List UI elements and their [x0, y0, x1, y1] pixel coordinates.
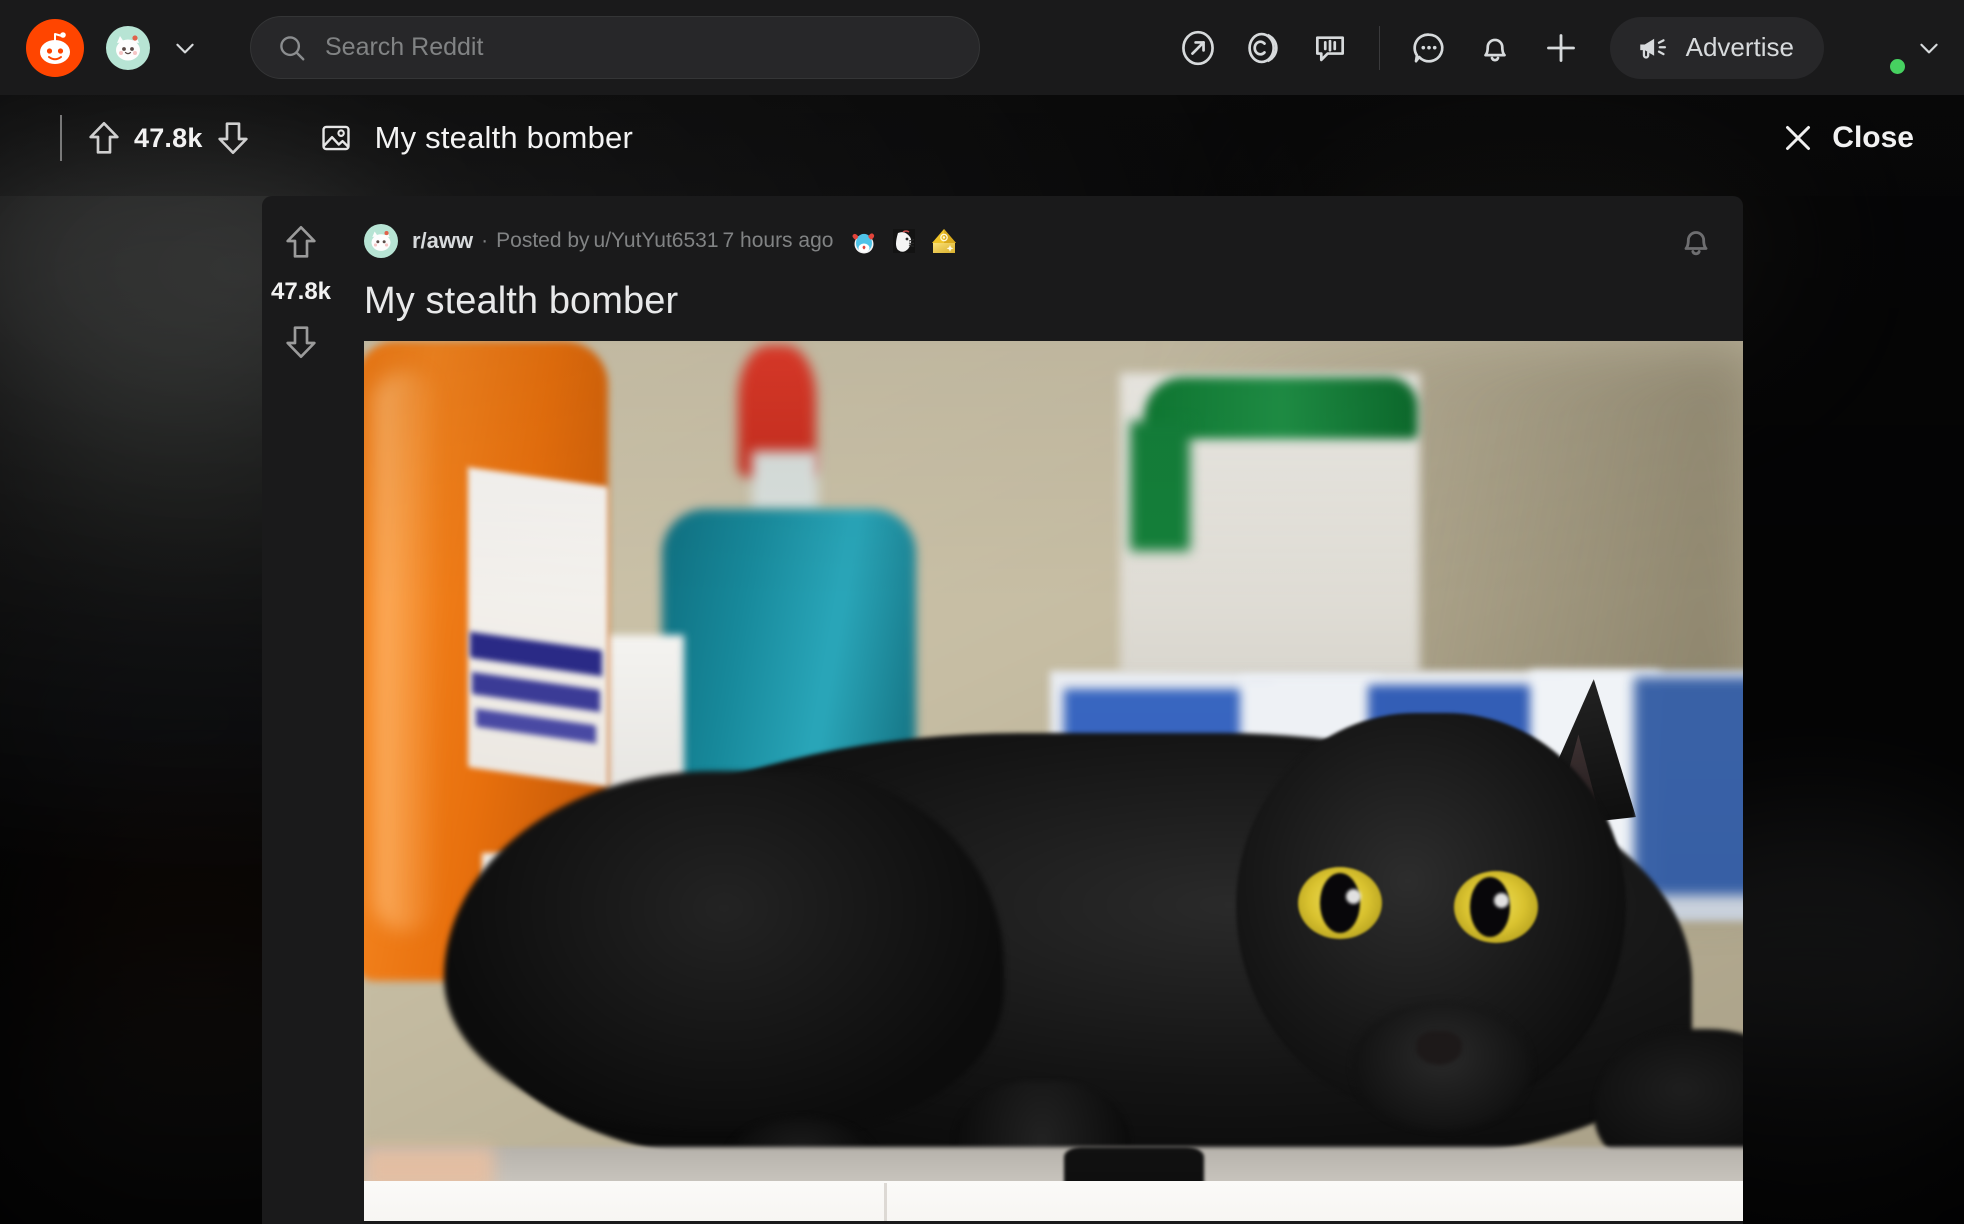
- post-card: 47.8k r/aww · Posted by u/YutYut6531 7 h…: [262, 196, 1743, 1224]
- award-wholesome-icon[interactable]: [849, 226, 879, 256]
- lightbox-header: 47.8k My stealth bomber Close: [0, 95, 1964, 181]
- close-label: Close: [1832, 121, 1914, 154]
- awards-group: [849, 226, 959, 256]
- subreddit-avatar-icon[interactable]: [106, 25, 150, 70]
- photo-bottle-neck: [752, 451, 818, 511]
- vote-column: 47.8k: [262, 196, 340, 1224]
- chevron-down-icon: [1916, 35, 1942, 61]
- top-navigation-bar: Advertise: [0, 0, 1964, 95]
- post-metadata-row: r/aww · Posted by u/YutYut6531 7 hours a…: [340, 196, 1743, 258]
- post-body: r/aww · Posted by u/YutYut6531 7 hours a…: [340, 196, 1743, 1224]
- top-nav-actions: Advertise: [1167, 16, 1942, 79]
- downvote-arrow-icon[interactable]: [213, 118, 253, 158]
- subreddit-avatar-icon[interactable]: [364, 224, 398, 258]
- create-post-icon[interactable]: [1530, 17, 1592, 79]
- photo-shelf-face: [364, 1181, 1743, 1221]
- photo-cat-nose: [1416, 1031, 1462, 1065]
- photo-cat-muzzle: [1352, 1001, 1532, 1131]
- post-score: 47.8k: [270, 278, 332, 305]
- author-link[interactable]: u/YutYut6531: [594, 229, 719, 253]
- lightbox-vote-group: 47.8k: [60, 115, 253, 161]
- coins-icon[interactable]: [1233, 17, 1295, 79]
- post-timestamp: 7 hours ago: [722, 229, 834, 252]
- upvote-arrow-icon[interactable]: [281, 222, 321, 262]
- online-status-dot: [1888, 56, 1907, 76]
- advertise-label: Advertise: [1685, 32, 1794, 62]
- close-icon: [1780, 120, 1816, 156]
- metadata-separator: ·: [481, 229, 489, 252]
- notifications-icon[interactable]: [1464, 17, 1526, 79]
- chat-icon[interactable]: [1299, 17, 1361, 79]
- megaphone-icon: [1636, 31, 1670, 65]
- lightbox-score: 47.8k: [134, 122, 203, 153]
- award-facepalm-icon[interactable]: [889, 226, 919, 256]
- photo-package-green-side: [1130, 421, 1190, 551]
- user-menu-button[interactable]: [1850, 20, 1942, 76]
- subreddit-link[interactable]: r/aww: [412, 228, 473, 254]
- photo-cat-eye-glint: [1494, 893, 1509, 908]
- post-image[interactable]: [364, 341, 1743, 1221]
- posted-by-label: Posted by: [496, 229, 590, 252]
- photo-box-blue: [1634, 677, 1743, 895]
- user-avatar-icon: [1850, 20, 1907, 76]
- chevron-down-icon[interactable]: [168, 31, 202, 65]
- advertise-button[interactable]: Advertise: [1609, 16, 1824, 79]
- award-gold-icon[interactable]: [929, 226, 959, 256]
- bell-icon[interactable]: [1673, 218, 1719, 264]
- messages-icon[interactable]: [1398, 17, 1460, 79]
- image-icon: [319, 121, 353, 155]
- photo-bottle-highlight: [374, 371, 436, 931]
- reddit-logo-icon[interactable]: [26, 18, 84, 77]
- search-input[interactable]: [325, 33, 953, 62]
- search-bar[interactable]: [250, 16, 980, 79]
- downvote-arrow-icon[interactable]: [281, 322, 321, 362]
- close-button[interactable]: Close: [1780, 120, 1936, 156]
- photo-shelf-seam: [884, 1183, 887, 1221]
- upvote-arrow-icon[interactable]: [84, 118, 124, 158]
- lightbox-title: My stealth bomber: [374, 120, 633, 155]
- nav-divider: [1378, 25, 1380, 70]
- photo-cat-eye-glint: [1346, 889, 1361, 904]
- search-icon: [277, 33, 307, 63]
- popular-icon[interactable]: [1167, 17, 1229, 79]
- post-title[interactable]: My stealth bomber: [340, 258, 1743, 341]
